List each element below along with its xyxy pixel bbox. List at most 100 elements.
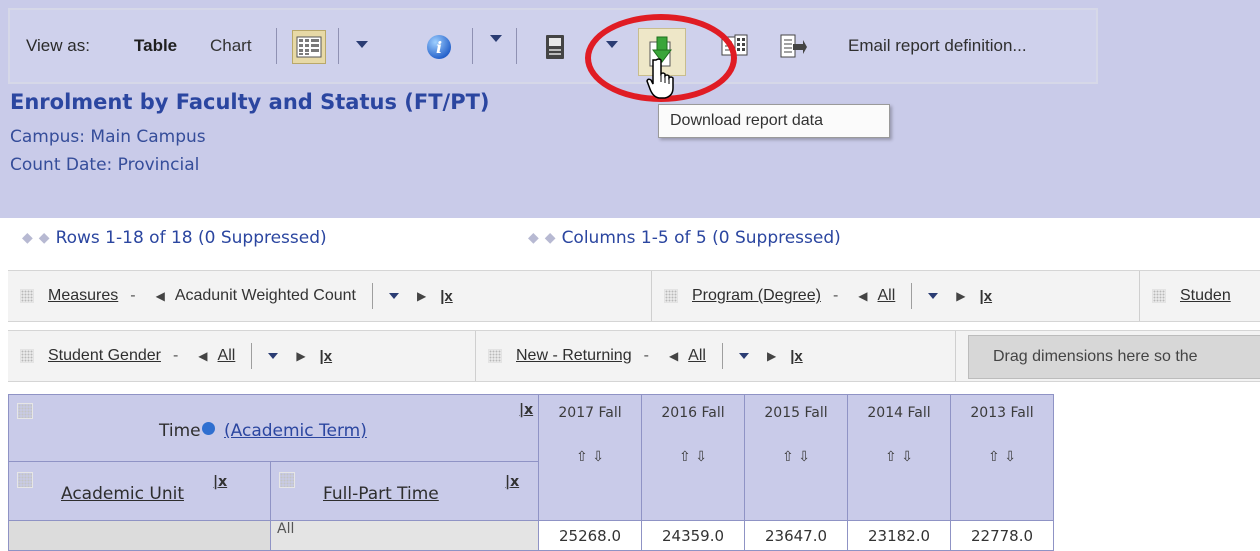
columns-prev-icon[interactable]: ◆ (528, 230, 539, 246)
columns-paging: ◆ ◆ Columns 1-5 of 5 (0 Suppressed) (528, 228, 841, 248)
export-table-icon[interactable] (718, 30, 752, 64)
columns-next-icon[interactable]: ◆ (545, 230, 556, 246)
dimension-student[interactable]: Studen (1140, 271, 1260, 321)
drag-handle-icon[interactable] (17, 472, 33, 488)
rows-prev-icon[interactable]: ◆ (22, 230, 33, 246)
sort-arrows-icon[interactable]: ⇧ ⇩ (951, 449, 1053, 465)
remove-dimension-icon[interactable]: |x (790, 348, 803, 365)
full-part-time-header: Full-Part Time |x (270, 461, 539, 521)
dimension-bar-1: Measures - ◀ Acadunit Weighted Count ▶ |… (8, 270, 1260, 322)
info-dropdown-arrow-icon[interactable] (490, 35, 502, 42)
dimension-name[interactable]: Program (Degree) (692, 287, 821, 305)
sort-arrows-icon[interactable]: ⇧ ⇩ (745, 449, 847, 465)
table-layout-icon[interactable] (292, 30, 326, 64)
dimension-value: Acadunit Weighted Count (174, 287, 356, 304)
full-part-time-cell: All (270, 520, 539, 551)
report-campus: Campus: Main Campus (10, 127, 206, 147)
save-icon[interactable] (538, 30, 572, 64)
layout-dropdown-arrow-icon[interactable] (356, 41, 368, 48)
dimension-value[interactable]: All (688, 347, 706, 365)
download-icon (649, 36, 672, 67)
export-definition-icon[interactable] (776, 30, 810, 64)
column-header: 2016 Fall ⇧ ⇩ (641, 394, 745, 521)
info-icon[interactable]: i (422, 30, 456, 64)
drag-handle-icon[interactable] (20, 289, 34, 303)
info-icon[interactable] (201, 422, 215, 435)
report-toolbar: View as: Table Chart i Email report defi… (8, 8, 1098, 84)
drag-handle-icon[interactable] (1152, 289, 1166, 303)
remove-dimension-icon[interactable]: |x (213, 474, 227, 490)
toolbar-separator (276, 28, 277, 64)
rows-paging-label: Rows 1-18 of 18 (0 Suppressed) (55, 228, 327, 248)
next-value-icon[interactable]: ▶ (956, 289, 965, 303)
value-dropdown-icon[interactable] (388, 293, 399, 299)
previous-value-icon[interactable]: ◀ (858, 289, 867, 303)
academic-unit-link[interactable]: Academic Unit (61, 484, 184, 504)
save-dropdown-arrow-icon[interactable] (606, 41, 618, 48)
time-dimension-link[interactable]: (Academic Term) (224, 421, 367, 441)
remove-dimension-icon[interactable]: |x (519, 402, 533, 418)
sort-arrows-icon[interactable]: ⇧ ⇩ (539, 449, 641, 465)
sort-arrows-icon[interactable]: ⇧ ⇩ (848, 449, 950, 465)
previous-value-icon[interactable]: ◀ (198, 349, 207, 363)
toolbar-separator (472, 28, 473, 64)
toolbar-separator (516, 28, 517, 64)
dimension-program[interactable]: Program (Degree) - ◀ All ▶ |x (652, 271, 1140, 321)
dimension-bar-2: Student Gender - ◀ All ▶ |x New - Return… (8, 330, 1260, 382)
svg-text:i: i (436, 38, 442, 57)
remove-dimension-icon[interactable]: |x (320, 348, 333, 365)
column-header: 2017 Fall ⇧ ⇩ (538, 394, 642, 521)
report-count-date: Count Date: Provincial (10, 155, 200, 175)
remove-dimension-icon[interactable]: |x (980, 288, 993, 305)
dimension-measures[interactable]: Measures - ◀ Acadunit Weighted Count ▶ |… (8, 271, 652, 321)
rows-next-icon[interactable]: ◆ (39, 230, 50, 246)
value-dropdown-icon[interactable] (268, 353, 279, 359)
time-dimension-title: Time (Academic Term) (159, 421, 367, 441)
dimension-name[interactable]: Measures (48, 287, 118, 305)
view-chart-button[interactable]: Chart (210, 10, 252, 82)
academic-unit-header: Academic Unit |x (8, 461, 271, 521)
next-value-icon[interactable]: ▶ (417, 289, 426, 303)
drag-handle-icon[interactable] (279, 472, 295, 488)
drag-handle-icon[interactable] (17, 403, 33, 419)
columns-paging-label: Columns 1-5 of 5 (0 Suppressed) (561, 228, 841, 248)
rows-paging: ◆ ◆ Rows 1-18 of 18 (0 Suppressed) (22, 228, 327, 248)
download-tooltip: Download report data (658, 104, 890, 138)
drag-handle-icon[interactable] (20, 349, 34, 363)
report-title: Enrolment by Faculty and Status (FT/PT) (10, 90, 490, 114)
dimension-name[interactable]: Student Gender (48, 347, 161, 365)
column-header: 2014 Fall ⇧ ⇩ (847, 394, 951, 521)
previous-value-icon[interactable]: ◀ (156, 289, 165, 303)
value-cell: 24359.0 (641, 520, 745, 551)
toolbar-separator (338, 28, 339, 64)
value-cell: 23647.0 (744, 520, 848, 551)
drag-handle-icon[interactable] (488, 349, 502, 363)
dimension-value[interactable]: All (878, 287, 896, 305)
full-part-time-link[interactable]: Full-Part Time (323, 484, 439, 504)
pivot-table: Time (Academic Term) |x 2017 Fall ⇧ ⇩ 20… (8, 394, 1054, 551)
view-table-button[interactable]: Table (134, 10, 177, 82)
column-header: 2013 Fall ⇧ ⇩ (950, 394, 1054, 521)
dimension-new-returning[interactable]: New - Returning - ◀ All ▶ |x (476, 331, 956, 381)
value-dropdown-icon[interactable] (928, 293, 939, 299)
dimension-gender[interactable]: Student Gender - ◀ All ▶ |x (8, 331, 476, 381)
drag-handle-icon[interactable] (664, 289, 678, 303)
previous-value-icon[interactable]: ◀ (669, 349, 678, 363)
next-value-icon[interactable]: ▶ (767, 349, 776, 363)
value-dropdown-icon[interactable] (738, 353, 749, 359)
dimension-value[interactable]: All (218, 347, 236, 365)
dimension-drop-zone[interactable]: Drag dimensions here so the (968, 335, 1260, 379)
email-report-definition-link[interactable]: Email report definition... (848, 10, 1027, 82)
dimension-name[interactable]: Studen (1180, 287, 1231, 305)
column-header: 2015 Fall ⇧ ⇩ (744, 394, 848, 521)
dimension-name[interactable]: New - Returning (516, 347, 632, 365)
download-report-data-button[interactable] (638, 28, 686, 76)
next-value-icon[interactable]: ▶ (296, 349, 305, 363)
academic-unit-cell (8, 520, 271, 551)
table-row: All 25268.0 24359.0 23647.0 23182.0 2277… (8, 520, 1054, 551)
value-cell: 25268.0 (538, 520, 642, 551)
remove-dimension-icon[interactable]: |x (505, 474, 519, 490)
value-cell: 23182.0 (847, 520, 951, 551)
remove-dimension-icon[interactable]: |x (440, 288, 453, 305)
sort-arrows-icon[interactable]: ⇧ ⇩ (642, 449, 744, 465)
